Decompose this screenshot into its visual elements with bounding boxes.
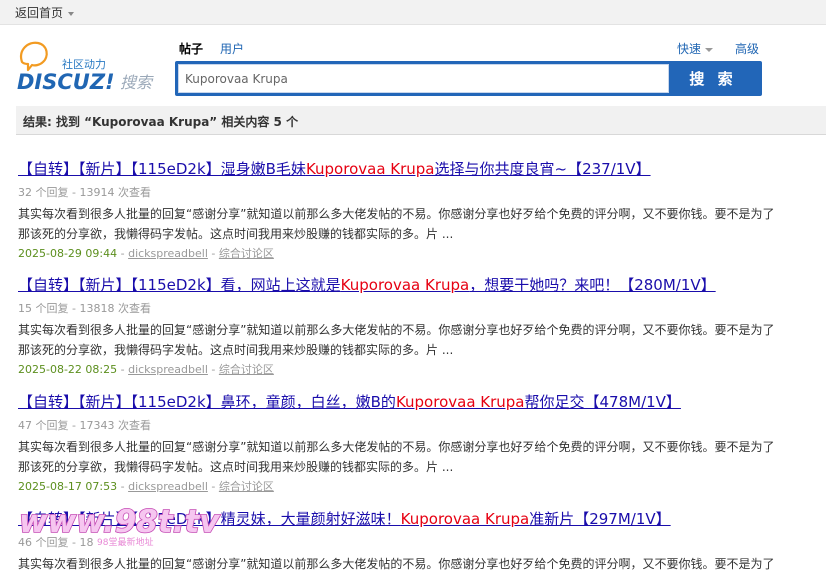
result-summary-text: 结果: 找到 “Kuporovaa Krupa” 相关内容 5 个 bbox=[23, 115, 299, 129]
result-title-link[interactable]: 【自转】【新片】【115eD2k】看，网站上这就是Kuporovaa Krupa… bbox=[18, 274, 808, 295]
title-highlight: Kuporovaa Krupa bbox=[340, 276, 470, 294]
result-snippet: 其实每次看到很多人批量的回复“感谢分享”就知道以前那么多大佬发帖的不易。你感谢分… bbox=[18, 207, 775, 241]
speech-bubble-icon: 社区动力 DISCUZ! 搜索 bbox=[17, 41, 154, 94]
title-highlight: Kuporovaa Krupa bbox=[305, 160, 435, 178]
result-footer: 2025-08-17 07:53 - dickspreadbell - 综合讨论… bbox=[18, 478, 808, 494]
result-item: 【自转】【新片】【115eD2k】湿身嫩B毛妹Kuporovaa Krupa选择… bbox=[18, 158, 808, 261]
title-text: 准新片【297M/1V】 bbox=[529, 510, 671, 528]
post-date: 2025-08-22 08:25 bbox=[18, 363, 118, 376]
site-watermark: www.98t.tv 98堂最新地址 bbox=[15, 496, 240, 557]
back-home-link[interactable]: 返回首页 bbox=[15, 4, 75, 21]
result-item: 【自转】【新片】【115eD2k】看，网站上这就是Kuporovaa Krupa… bbox=[18, 274, 808, 377]
author-link[interactable]: dickspreadbell bbox=[128, 363, 208, 376]
result-footer: 2025-08-29 09:44 - dickspreadbell - 综合讨论… bbox=[18, 245, 808, 261]
quick-search-label: 快速 bbox=[677, 42, 702, 56]
chevron-down-icon bbox=[68, 11, 75, 16]
separator: - bbox=[120, 247, 129, 260]
result-meta: 32 个回复 - 13914 次查看 bbox=[18, 186, 151, 199]
result-snippet: 其实每次看到很多人批量的回复“感谢分享”就知道以前那么多大佬发帖的不易。你感谢分… bbox=[18, 323, 775, 357]
author-link[interactable]: dickspreadbell bbox=[128, 247, 208, 260]
top-bar: 返回首页 bbox=[0, 0, 826, 25]
back-home-label: 返回首页 bbox=[15, 6, 64, 20]
separator: - bbox=[211, 247, 219, 260]
author-link[interactable]: dickspreadbell bbox=[128, 480, 208, 493]
title-text: ，想要干她吗？来吧！【280M/1V】 bbox=[469, 276, 716, 294]
logo-suffix: 搜索 bbox=[120, 73, 154, 92]
title-text: 【自转】【新片】【115eD2k】湿身嫩B毛妹 bbox=[18, 160, 306, 178]
title-text: 【自转】【新片】【115eD2k】鼻环，童颜，白丝，嫩B的 bbox=[18, 393, 396, 411]
result-item: 【自转】【新片】【115eD2k】鼻环，童颜，白丝，嫩B的Kuporovaa K… bbox=[18, 391, 808, 494]
search-bar: 搜 索 bbox=[175, 61, 762, 96]
result-snippet: 其实每次看到很多人批量的回复“感谢分享”就知道以前那么多大佬发帖的不易。你感谢分… bbox=[18, 440, 775, 474]
watermark-text: www.98t.tv bbox=[19, 504, 221, 540]
logo-subtitle: 社区动力 bbox=[62, 57, 106, 71]
post-date: 2025-08-29 09:44 bbox=[18, 247, 118, 260]
result-meta: 47 个回复 - 17343 次查看 bbox=[18, 419, 151, 432]
post-date: 2025-08-17 07:53 bbox=[18, 480, 118, 493]
forum-link[interactable]: 综合讨论区 bbox=[219, 480, 274, 493]
watermark-subtext: 98堂最新地址 bbox=[97, 536, 153, 548]
watermark-logo: www.98t.tv 98堂最新地址 bbox=[18, 503, 222, 548]
search-input[interactable] bbox=[178, 64, 669, 93]
search-button[interactable]: 搜 索 bbox=[666, 63, 760, 94]
result-footer: 2025-08-22 08:25 - dickspreadbell - 综合讨论… bbox=[18, 361, 808, 377]
title-text: 选择与你共度良宵~【237/1V】 bbox=[434, 160, 651, 178]
quick-search-dropdown[interactable]: 快速 bbox=[677, 40, 714, 57]
result-title-link[interactable]: 【自转】【新片】【115eD2k】湿身嫩B毛妹Kuporovaa Krupa选择… bbox=[18, 158, 808, 179]
separator: - bbox=[211, 480, 219, 493]
result-meta: 15 个回复 - 13818 次查看 bbox=[18, 302, 151, 315]
separator: - bbox=[120, 363, 129, 376]
discuz-logo[interactable]: 社区动力 DISCUZ! 搜索 bbox=[16, 40, 161, 95]
tab-users[interactable]: 用户 bbox=[220, 40, 244, 57]
separator: - bbox=[211, 363, 219, 376]
forum-link[interactable]: 综合讨论区 bbox=[219, 247, 274, 260]
logo-brand: DISCUZ! bbox=[17, 70, 115, 94]
title-highlight: Kuporovaa Krupa bbox=[400, 510, 530, 528]
tab-posts[interactable]: 帖子 bbox=[179, 40, 203, 57]
chevron-down-icon bbox=[705, 47, 714, 52]
result-summary: 结果: 找到 “Kuporovaa Krupa” 相关内容 5 个 bbox=[16, 106, 826, 135]
result-title-link[interactable]: 【自转】【新片】【115eD2k】鼻环，童颜，白丝，嫩B的Kuporovaa K… bbox=[18, 391, 808, 412]
title-highlight: Kuporovaa Krupa bbox=[395, 393, 525, 411]
title-text: 帮你足交【478M/1V】 bbox=[524, 393, 681, 411]
advanced-search-link[interactable]: 高级 bbox=[735, 40, 759, 57]
separator: - bbox=[120, 480, 129, 493]
title-text: 【自转】【新片】【115eD2k】看，网站上这就是 bbox=[18, 276, 341, 294]
forum-link[interactable]: 综合讨论区 bbox=[219, 363, 274, 376]
